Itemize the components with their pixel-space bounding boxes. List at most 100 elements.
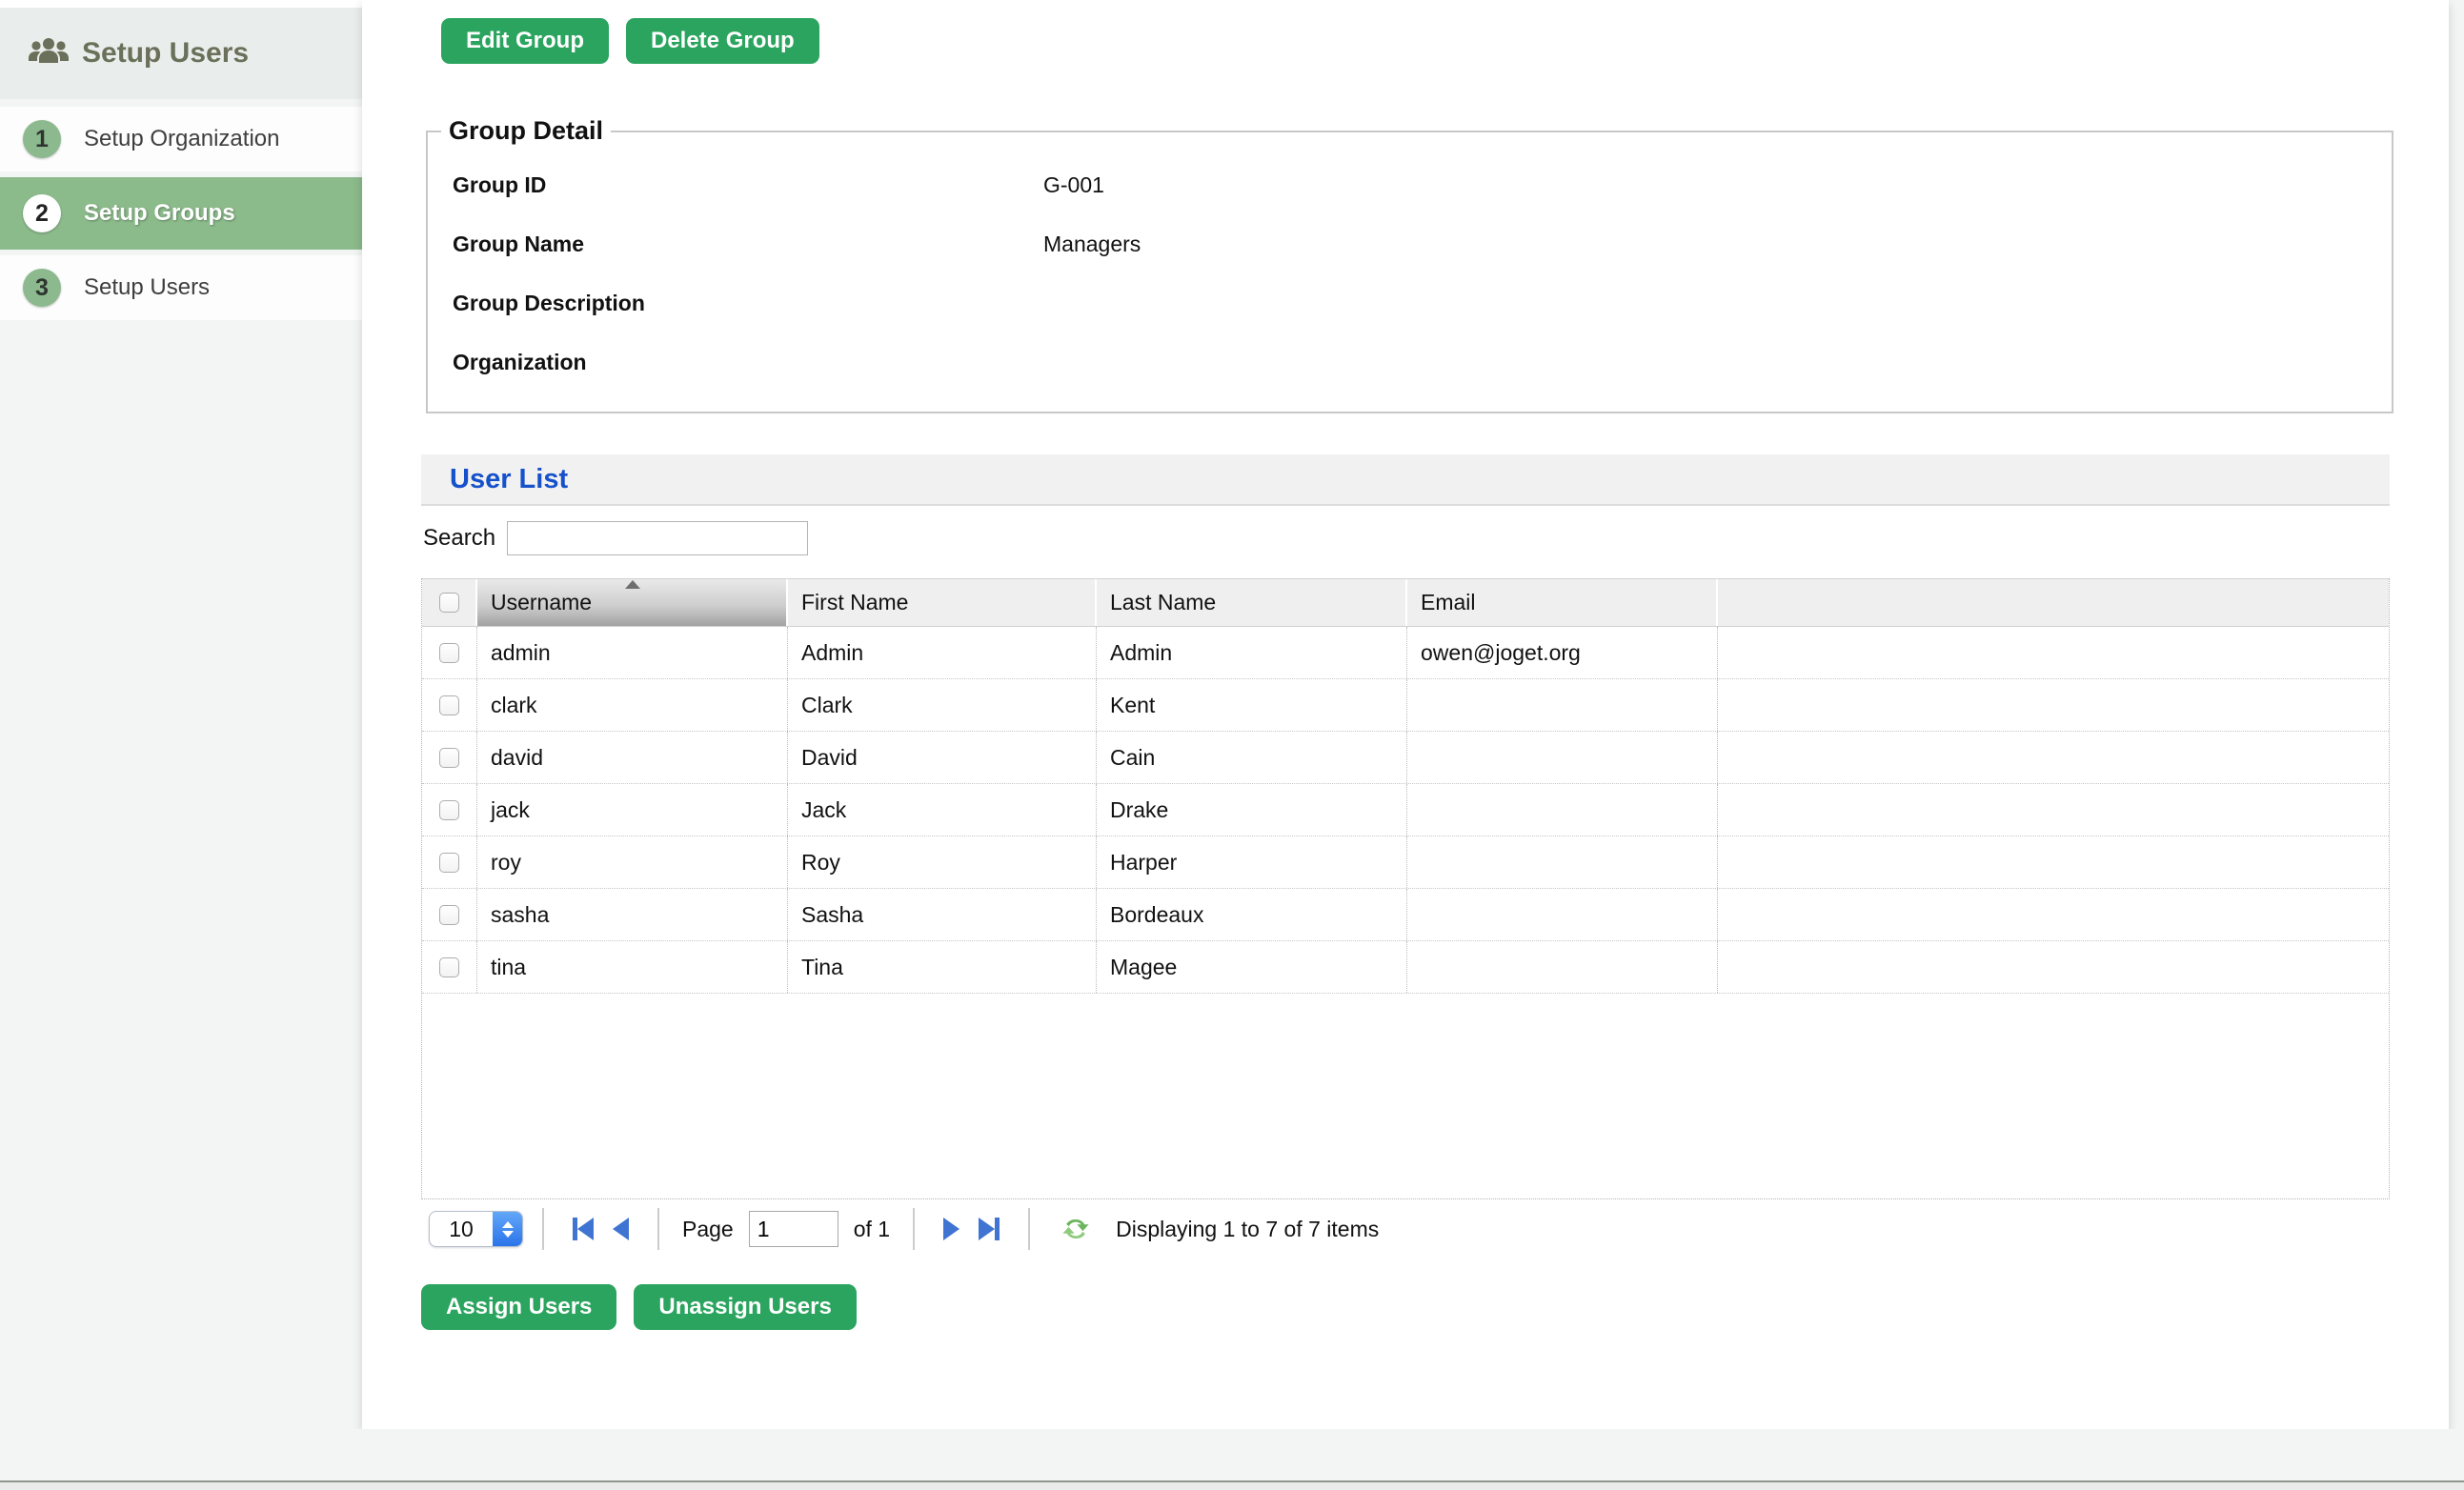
pager-separator	[542, 1208, 544, 1250]
cell-username: tina	[477, 941, 788, 993]
user-table-body: admin Admin Admin owen@joget.org clark C…	[422, 627, 2389, 994]
refresh-button[interactable]	[1060, 1214, 1091, 1244]
column-header-last-name[interactable]: Last Name	[1097, 579, 1407, 626]
cell-username: admin	[477, 627, 788, 678]
cell-email	[1407, 941, 1718, 993]
cell-first-name: Admin	[788, 627, 1097, 678]
cell-username: roy	[477, 836, 788, 888]
pager-separator	[657, 1208, 659, 1250]
cell-last-name: Magee	[1097, 941, 1407, 993]
search-label: Search	[423, 525, 495, 552]
cell-username: clark	[477, 679, 788, 731]
footer-divider	[0, 1480, 2464, 1490]
row-checkbox[interactable]	[439, 905, 459, 925]
group-name-value: Managers	[1043, 232, 1141, 257]
row-checkbox-cell	[422, 941, 477, 993]
main-content-card: Edit Group Delete Group Group Detail Gro…	[362, 0, 2449, 1429]
column-header-label: Last Name	[1110, 590, 1216, 615]
sidebar-top-strip	[0, 0, 362, 8]
column-header-first-name[interactable]: First Name	[788, 579, 1097, 626]
row-checkbox[interactable]	[439, 643, 459, 663]
prev-page-button[interactable]	[613, 1218, 629, 1240]
page-of-label: of 1	[854, 1217, 890, 1242]
search-row: Search	[423, 521, 2390, 555]
user-actions: Assign Users Unassign Users	[421, 1284, 857, 1330]
cell-first-name: Clark	[788, 679, 1097, 731]
sidebar-item-label: Setup Groups	[84, 200, 235, 227]
user-list-titlebar: User List	[421, 454, 2390, 506]
cell-filler	[1718, 889, 2389, 940]
step-3-badge: 3	[23, 269, 61, 307]
group-toolbar: Edit Group Delete Group	[441, 18, 819, 64]
table-row[interactable]: jack Jack Drake	[422, 784, 2389, 836]
group-id-value: G-001	[1043, 172, 1104, 198]
sidebar-item-setup-groups[interactable]: 2 Setup Groups	[0, 177, 362, 250]
cell-filler	[1718, 732, 2389, 783]
table-row[interactable]: clark Clark Kent	[422, 679, 2389, 732]
row-checkbox-cell	[422, 889, 477, 940]
field-row-group-name: Group Name Managers	[428, 214, 2392, 273]
row-checkbox-cell	[422, 627, 477, 678]
cell-last-name: Kent	[1097, 679, 1407, 731]
column-header-email[interactable]: Email	[1407, 579, 1718, 626]
step-1-badge: 1	[23, 120, 61, 158]
sort-ascending-icon	[625, 580, 640, 589]
cell-filler	[1718, 679, 2389, 731]
column-header-label: First Name	[801, 590, 908, 615]
search-input[interactable]	[507, 521, 808, 555]
first-page-button[interactable]	[573, 1218, 594, 1240]
refresh-icon	[1060, 1214, 1091, 1244]
row-checkbox[interactable]	[439, 695, 459, 715]
column-header-label: Username	[491, 590, 592, 615]
cell-last-name: Admin	[1097, 627, 1407, 678]
table-row[interactable]: david David Cain	[422, 732, 2389, 784]
prev-page-icon	[613, 1218, 629, 1240]
page-size-select[interactable]: 10	[429, 1211, 523, 1247]
sidebar: Setup Users 1 Setup Organization 2 Setup…	[0, 0, 362, 1429]
table-row[interactable]: sasha Sasha Bordeaux	[422, 889, 2389, 941]
cell-filler	[1718, 941, 2389, 993]
cell-email	[1407, 732, 1718, 783]
cell-last-name: Bordeaux	[1097, 889, 1407, 940]
step-2-badge: 2	[23, 194, 61, 232]
column-header-label: Email	[1421, 590, 1476, 615]
row-checkbox[interactable]	[439, 957, 459, 977]
sidebar-item-setup-organization[interactable]: 1 Setup Organization	[0, 107, 362, 171]
cell-filler	[1718, 784, 2389, 836]
cell-email: owen@joget.org	[1407, 627, 1718, 678]
table-row[interactable]: tina Tina Magee	[422, 941, 2389, 994]
pagination-bar: 10 Page of 1	[421, 1204, 2390, 1254]
sidebar-item-label: Setup Users	[84, 274, 210, 301]
last-page-button[interactable]	[979, 1218, 1000, 1240]
table-row[interactable]: admin Admin Admin owen@joget.org	[422, 627, 2389, 679]
page-size-value: 10	[430, 1217, 493, 1242]
page-number-input[interactable]	[749, 1211, 838, 1247]
sidebar-item-setup-users[interactable]: 3 Setup Users	[0, 255, 362, 320]
group-detail-legend: Group Detail	[441, 116, 611, 146]
row-checkbox[interactable]	[439, 853, 459, 873]
row-checkbox[interactable]	[439, 800, 459, 820]
cell-email	[1407, 836, 1718, 888]
row-checkbox[interactable]	[439, 748, 459, 768]
pager-separator	[913, 1208, 915, 1250]
next-page-button[interactable]	[943, 1218, 959, 1240]
select-all-checkbox[interactable]	[439, 593, 459, 613]
field-row-group-description: Group Description	[428, 273, 2392, 332]
cell-first-name: David	[788, 732, 1097, 783]
unassign-users-button[interactable]: Unassign Users	[634, 1284, 856, 1330]
column-header-filler	[1718, 579, 2389, 626]
organization-label: Organization	[453, 350, 1043, 375]
select-all-cell	[422, 579, 477, 626]
user-table-header: Username First Name Last Name Email	[422, 578, 2389, 627]
table-row[interactable]: roy Roy Harper	[422, 836, 2389, 889]
cell-first-name: Sasha	[788, 889, 1097, 940]
edit-group-button[interactable]: Edit Group	[441, 18, 609, 64]
cell-last-name: Cain	[1097, 732, 1407, 783]
cell-first-name: Jack	[788, 784, 1097, 836]
user-list-title: User List	[450, 464, 568, 495]
cell-last-name: Harper	[1097, 836, 1407, 888]
users-group-icon	[29, 36, 69, 71]
column-header-username[interactable]: Username	[477, 579, 788, 626]
delete-group-button[interactable]: Delete Group	[626, 18, 819, 64]
assign-users-button[interactable]: Assign Users	[421, 1284, 616, 1330]
